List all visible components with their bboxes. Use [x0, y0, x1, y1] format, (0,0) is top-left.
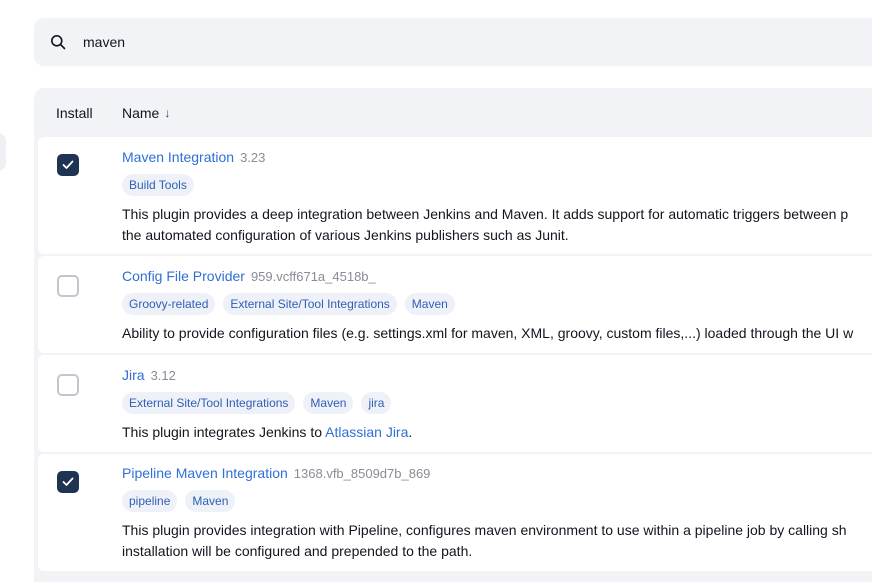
category-tag[interactable]: External Site/Tool Integrations: [122, 392, 296, 414]
plugins-table: Install Name ↓ Maven Integration 3.23 Bui…: [34, 88, 872, 582]
atlassian-jira-link[interactable]: Atlassian Jira: [325, 424, 408, 440]
plugin-rows: Maven Integration 3.23 Build Tools This p…: [38, 137, 872, 573]
category-tag[interactable]: Build Tools: [122, 174, 194, 196]
description-line: This plugin provides a deep integration …: [122, 206, 849, 222]
plugin-name-link[interactable]: Pipeline Maven Integration: [122, 465, 288, 481]
plugin-description: This plugin provides integration with Pi…: [122, 520, 872, 562]
plugin-version: 3.23: [240, 150, 266, 165]
sort-arrow-icon: ↓: [164, 106, 171, 120]
table-row: Pipeline Maven Integration 1368.vfb_8509d…: [38, 454, 872, 571]
name-column-header[interactable]: Name ↓: [122, 105, 170, 121]
install-checkbox[interactable]: [57, 154, 79, 176]
plugin-version: 1368.vfb_8509d7b_869: [293, 466, 431, 481]
name-header-label: Name: [122, 105, 160, 121]
sidebar-active-item[interactable]: [0, 133, 6, 171]
description-line: the automated configuration of various J…: [122, 227, 569, 243]
table-header: Install Name ↓: [34, 88, 872, 136]
table-row: Maven Integration 3.23 Build Tools This p…: [38, 137, 872, 254]
search-input[interactable]: [83, 34, 783, 50]
search-bar: [34, 18, 872, 66]
plugin-name-link[interactable]: Jira: [122, 367, 145, 383]
category-tag[interactable]: pipeline: [122, 490, 178, 512]
category-tag[interactable]: Maven: [404, 293, 455, 315]
description-line: This plugin provides integration with Pi…: [122, 522, 847, 538]
plugin-description: Ability to provide configuration files (…: [122, 323, 872, 344]
install-column-header: Install: [56, 105, 93, 121]
description-line: installation will be configured and prep…: [122, 543, 473, 559]
table-row: Jira 3.12 External Site/Tool Integrations…: [38, 355, 872, 452]
category-tag[interactable]: Groovy-related: [122, 293, 216, 315]
install-checkbox[interactable]: [57, 374, 79, 396]
plugin-name-link[interactable]: Maven Integration: [122, 149, 234, 165]
search-icon: [49, 33, 67, 51]
plugin-description: This plugin integrates Jenkins to Atlass…: [122, 422, 872, 443]
category-tag[interactable]: Maven: [303, 392, 354, 414]
category-tag[interactable]: External Site/Tool Integrations: [223, 293, 397, 315]
checkmark-icon: [62, 160, 74, 169]
category-tag[interactable]: Maven: [185, 490, 236, 512]
category-tag[interactable]: jira: [361, 392, 392, 414]
table-row: Config File Provider 959.vcff671a_4518b_ …: [38, 256, 872, 353]
plugin-version: 959.vcff671a_4518b_: [250, 269, 376, 284]
install-checkbox[interactable]: [57, 275, 79, 297]
description-text: .: [408, 424, 413, 440]
plugin-description: This plugin provides a deep integration …: [122, 204, 872, 246]
description-text: This plugin integrates Jenkins to: [122, 424, 326, 440]
description-line: Ability to provide configuration files (…: [122, 325, 854, 341]
plugin-name-link[interactable]: Config File Provider: [122, 268, 245, 284]
plugin-version: 3.12: [150, 368, 176, 383]
install-checkbox[interactable]: [57, 471, 79, 493]
checkmark-icon: [62, 477, 74, 486]
